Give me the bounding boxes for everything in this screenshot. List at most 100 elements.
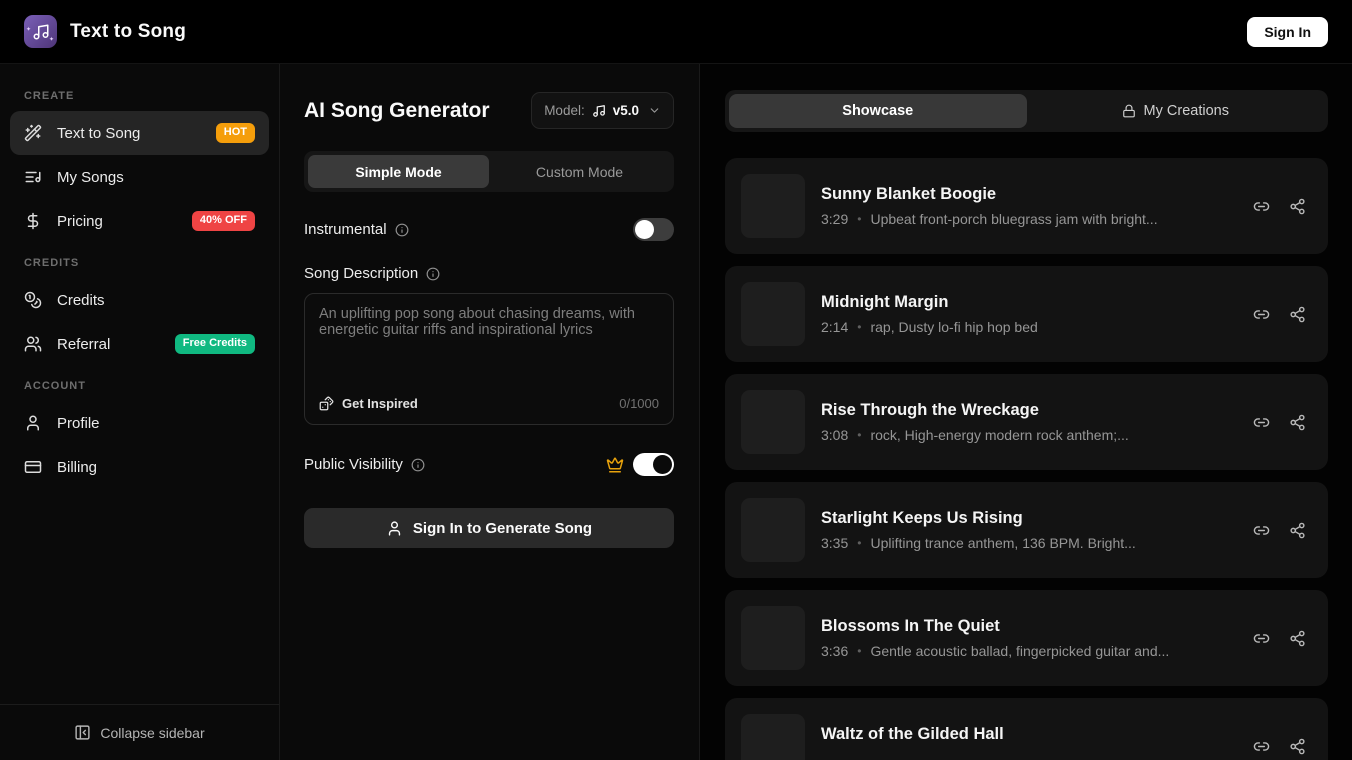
link-icon[interactable] xyxy=(1253,414,1270,431)
song-description: rock, High-energy modern rock anthem;... xyxy=(870,427,1129,443)
song-duration: 3:29 xyxy=(821,211,849,227)
sidebar-item-pricing[interactable]: Pricing 40% OFF xyxy=(10,199,269,243)
song-card[interactable]: Sunny Blanket Boogie 3:29 • Upbeat front… xyxy=(725,158,1328,254)
song-card[interactable]: Starlight Keeps Us Rising 3:35 • Uplifti… xyxy=(725,482,1328,578)
collapse-sidebar-button[interactable]: Collapse sidebar xyxy=(0,704,279,760)
sidebar-item-billing[interactable]: Billing xyxy=(10,445,269,489)
song-duration: 3:35 xyxy=(821,535,849,551)
sidebar-item-profile[interactable]: Profile xyxy=(10,401,269,445)
song-duration: 3:08 xyxy=(821,427,849,443)
sign-in-button[interactable]: Sign In xyxy=(1247,16,1328,47)
song-description: Upbeat front-porch bluegrass jam with br… xyxy=(870,211,1158,227)
song-description-input[interactable] xyxy=(305,294,673,386)
credit-card-icon xyxy=(24,458,42,476)
share-icon[interactable] xyxy=(1289,738,1306,755)
song-title: Midnight Margin xyxy=(821,292,949,311)
song-title: Sunny Blanket Boogie xyxy=(821,184,997,203)
song-duration: 2:14 xyxy=(821,319,849,335)
song-description-box: Get Inspired 0/1000 xyxy=(304,293,674,425)
app-title: Text to Song xyxy=(70,20,187,42)
sidebar-section-label: CREATE xyxy=(24,90,75,102)
song-card[interactable]: Midnight Margin 2:14 • rap, Dusty lo-fi … xyxy=(725,266,1328,362)
meta-separator-dot: • xyxy=(857,212,862,226)
tab-my-creations[interactable]: My Creations xyxy=(1027,94,1325,128)
lock-icon xyxy=(1122,104,1136,118)
sidebar-item-referral[interactable]: Referral Free Credits xyxy=(10,322,269,366)
song-thumbnail[interactable] xyxy=(741,498,805,562)
instrumental-label: Instrumental xyxy=(304,221,387,238)
song-card[interactable]: Blossoms In The Quiet 3:36 • Gentle acou… xyxy=(725,590,1328,686)
model-label: Model: xyxy=(544,103,585,118)
sidebar-item-text-to-song[interactable]: Text to Song HOT xyxy=(10,111,269,155)
public-visibility-toggle[interactable] xyxy=(633,453,674,476)
song-title: Blossoms In The Quiet xyxy=(821,616,1000,635)
showcase-panel: Showcase My Creations Sunny Blanket Boog… xyxy=(700,64,1352,760)
model-value: v5.0 xyxy=(612,103,639,118)
song-card[interactable]: Waltz of the Gilded Hall xyxy=(725,698,1328,760)
song-thumbnail[interactable] xyxy=(741,390,805,454)
instrumental-toggle[interactable] xyxy=(633,218,674,241)
meta-separator-dot: • xyxy=(857,320,862,334)
tab-simple-mode[interactable]: Simple Mode xyxy=(308,155,489,188)
link-icon[interactable] xyxy=(1253,738,1270,755)
tab-showcase[interactable]: Showcase xyxy=(729,94,1027,128)
get-inspired-button[interactable]: Get Inspired xyxy=(319,396,418,411)
music-note-icon xyxy=(32,23,50,41)
generate-song-label: Sign In to Generate Song xyxy=(412,519,593,537)
sidebar: CREATE Text to Song HOT My Songs Pricing… xyxy=(0,64,280,760)
generate-song-button[interactable]: Sign In to Generate Song xyxy=(304,508,674,548)
meta-separator-dot: • xyxy=(857,644,862,658)
page-title: AI Song Generator xyxy=(304,98,490,122)
dollar-icon xyxy=(24,212,42,230)
badge-40-off: 40% OFF xyxy=(191,211,255,231)
song-description-label: Song Description xyxy=(304,265,419,282)
song-thumbnail[interactable] xyxy=(741,282,805,346)
link-icon[interactable] xyxy=(1253,198,1270,215)
showcase-tabs: Showcase My Creations xyxy=(725,90,1328,132)
sparkle-icon: ✦ xyxy=(48,37,54,43)
share-icon[interactable] xyxy=(1289,414,1306,431)
crown-icon xyxy=(606,456,624,474)
model-selector[interactable]: Model: v5.0 xyxy=(531,92,674,129)
song-title: Waltz of the Gilded Hall xyxy=(821,724,1004,743)
list-music-icon xyxy=(24,168,42,186)
link-icon[interactable] xyxy=(1253,630,1270,647)
share-icon[interactable] xyxy=(1289,522,1306,539)
user-icon xyxy=(386,520,403,537)
dice-icon xyxy=(319,396,334,411)
panel-left-close-icon xyxy=(74,724,91,741)
sidebar-item-credits[interactable]: Credits xyxy=(10,278,269,322)
get-inspired-label: Get Inspired xyxy=(342,396,418,411)
info-icon[interactable] xyxy=(411,458,425,472)
chevron-down-icon xyxy=(648,104,661,117)
sparkle-icon: ✦ xyxy=(26,27,32,33)
user-icon xyxy=(24,414,42,432)
music-note-icon xyxy=(592,104,606,118)
app-logo[interactable]: ✦ ✦ xyxy=(24,15,57,48)
tab-custom-mode[interactable]: Custom Mode xyxy=(489,155,670,188)
song-thumbnail[interactable] xyxy=(741,606,805,670)
song-thumbnail[interactable] xyxy=(741,174,805,238)
badge-hot: HOT xyxy=(215,123,255,143)
song-title: Starlight Keeps Us Rising xyxy=(821,508,1023,527)
share-icon[interactable] xyxy=(1289,630,1306,647)
song-thumbnail[interactable] xyxy=(741,714,805,760)
public-visibility-label: Public Visibility xyxy=(304,456,403,473)
generator-panel: AI Song Generator Model: v5.0 Simple Mod… xyxy=(280,64,700,760)
song-description: rap, Dusty lo-fi hip hop bed xyxy=(870,319,1038,335)
info-icon[interactable] xyxy=(426,267,440,281)
users-icon xyxy=(24,335,42,353)
song-card[interactable]: Rise Through the Wreckage 3:08 • rock, H… xyxy=(725,374,1328,470)
character-counter: 0/1000 xyxy=(619,396,659,411)
song-description: Uplifting trance anthem, 136 BPM. Bright… xyxy=(870,535,1136,551)
info-icon[interactable] xyxy=(395,223,409,237)
share-icon[interactable] xyxy=(1289,198,1306,215)
song-list: Sunny Blanket Boogie 3:29 • Upbeat front… xyxy=(725,158,1328,760)
sidebar-item-my-songs[interactable]: My Songs xyxy=(10,155,269,199)
link-icon[interactable] xyxy=(1253,522,1270,539)
coins-icon xyxy=(24,291,42,309)
song-duration: 3:36 xyxy=(821,643,849,659)
link-icon[interactable] xyxy=(1253,306,1270,323)
share-icon[interactable] xyxy=(1289,306,1306,323)
wand-sparkles-icon xyxy=(24,124,42,142)
